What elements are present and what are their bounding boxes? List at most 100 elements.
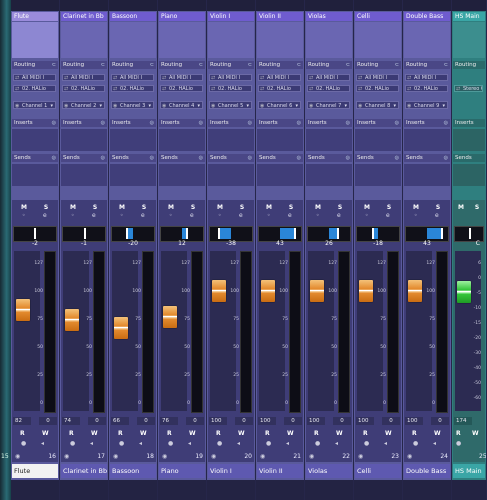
inserts-header[interactable]: Inserts ◎ xyxy=(12,119,58,127)
volume-value[interactable]: 174 xyxy=(454,417,472,425)
solo-button[interactable]: S xyxy=(286,203,296,212)
midi-input-select[interactable]: All MIDI I xyxy=(307,74,350,81)
midi-input-select[interactable]: All MIDI I xyxy=(209,74,252,81)
listen-icon[interactable]: ◦ xyxy=(267,212,271,219)
write-button[interactable]: W xyxy=(385,430,392,437)
hs-main-name-bottom[interactable]: HS Main xyxy=(453,464,485,478)
mute-button[interactable]: M xyxy=(264,203,274,212)
routing-header[interactable]: Routing ⊂ xyxy=(257,61,303,69)
read-button[interactable]: R xyxy=(265,430,270,437)
midi-input-select[interactable]: All MIDI I xyxy=(62,74,105,81)
midi-channel-select[interactable]: Channel 6▾ xyxy=(258,101,301,110)
solo-button[interactable]: S xyxy=(335,203,345,212)
record-icon[interactable]: ◉ xyxy=(113,453,118,460)
write-button[interactable]: W xyxy=(287,430,294,437)
midi-channel-select[interactable]: Channel 3▾ xyxy=(111,101,154,110)
inserts-header[interactable]: Inserts ◎ xyxy=(306,119,352,127)
sends-header[interactable]: Sends ◎ xyxy=(306,154,352,162)
routing-header[interactable]: Routing ⊂ xyxy=(404,61,450,69)
mute-button[interactable]: M xyxy=(313,203,323,212)
write-button[interactable]: W xyxy=(140,430,147,437)
midi-channel-select[interactable]: Channel 4▾ xyxy=(160,101,203,110)
write-button[interactable]: W xyxy=(189,430,196,437)
midi-output-select[interactable]: 02. HALio xyxy=(307,85,350,92)
sends-header[interactable]: Sends ◎ xyxy=(159,154,205,162)
routing-toggle-icon[interactable]: ⊂ xyxy=(101,61,105,69)
channel-name-top[interactable]: Violin II xyxy=(257,12,303,21)
channel-name-top[interactable]: Flute xyxy=(12,12,58,21)
routing-header[interactable]: Routing ⊂ xyxy=(306,61,352,69)
write-button[interactable]: W xyxy=(336,430,343,437)
routing-header[interactable]: Routing ⊂ xyxy=(208,61,254,69)
inserts-header[interactable]: Inserts ◎ xyxy=(257,119,303,127)
volume-fader[interactable] xyxy=(114,317,128,340)
record-icon[interactable]: ◉ xyxy=(260,453,265,460)
solo-button[interactable]: S xyxy=(188,203,198,212)
midi-input-select[interactable]: All MIDI I xyxy=(356,74,399,81)
routing-toggle-icon[interactable]: ⊂ xyxy=(346,61,350,69)
speaker-icon[interactable]: ◂ xyxy=(335,440,338,447)
edit-icon[interactable]: e xyxy=(386,212,390,219)
volume-fader[interactable] xyxy=(408,279,422,302)
listen-icon[interactable]: ◦ xyxy=(218,212,222,219)
monitor-icon[interactable]: ● xyxy=(413,440,418,447)
read-button[interactable]: R xyxy=(20,430,25,437)
bypass-icon[interactable]: ◎ xyxy=(52,119,56,127)
bypass-icon[interactable]: ◎ xyxy=(199,154,203,162)
record-icon[interactable]: ◉ xyxy=(407,453,412,460)
channel-name-bottom[interactable]: Flute xyxy=(12,464,58,478)
bypass-icon[interactable]: ◎ xyxy=(444,154,448,162)
edit-icon[interactable]: e xyxy=(190,212,194,219)
listen-icon[interactable]: ◦ xyxy=(316,212,320,219)
midi-input-select[interactable]: All MIDI I xyxy=(160,74,203,81)
channel-name-top[interactable]: Piano xyxy=(159,12,205,21)
solo-button[interactable]: S xyxy=(433,203,443,212)
channel-name-top[interactable]: Celli xyxy=(355,12,401,21)
solo-button[interactable]: S xyxy=(90,203,100,212)
bypass-icon[interactable]: ◎ xyxy=(346,119,350,127)
volume-value[interactable]: 100 xyxy=(209,417,227,425)
speaker-icon[interactable]: ◂ xyxy=(139,440,142,447)
volume-value[interactable]: 76 xyxy=(160,417,178,425)
inserts-header[interactable]: Inserts ◎ xyxy=(355,119,401,127)
sends-header[interactable]: Sends ◎ xyxy=(110,154,156,162)
routing-toggle-icon[interactable]: ⊂ xyxy=(395,61,399,69)
volume-fader[interactable] xyxy=(16,299,30,322)
record-icon[interactable]: ◉ xyxy=(162,453,167,460)
midi-input-select[interactable]: All MIDI I xyxy=(405,74,448,81)
inserts-header[interactable]: Inserts ◎ xyxy=(208,119,254,127)
channel-name-top[interactable]: Bassoon xyxy=(110,12,156,21)
mute-button[interactable]: M xyxy=(117,203,127,212)
channel-name-top[interactable]: Double Bass xyxy=(404,12,450,21)
routing-toggle-icon[interactable]: ⊂ xyxy=(248,61,252,69)
channel-name-top[interactable]: Violas xyxy=(306,12,352,21)
inserts-header[interactable]: Inserts ◎ xyxy=(159,119,205,127)
listen-icon[interactable]: ◦ xyxy=(71,212,75,219)
midi-output-select[interactable]: 02. HALio xyxy=(356,85,399,92)
channel-name-bottom[interactable]: Double Bass xyxy=(404,464,450,478)
inserts-header[interactable]: Inserts xyxy=(453,119,485,127)
solo-button[interactable]: S xyxy=(384,203,394,212)
midi-output-select[interactable]: 02. HALio xyxy=(111,85,154,92)
midi-output-select[interactable]: 02. HALio xyxy=(13,85,56,92)
monitor-icon[interactable]: ● xyxy=(168,440,173,447)
channel-name-bottom[interactable]: Violin I xyxy=(208,464,254,478)
mute-button[interactable]: M xyxy=(362,203,372,212)
edit-icon[interactable]: e xyxy=(435,212,439,219)
listen-icon[interactable]: ◦ xyxy=(169,212,173,219)
channel-name-bottom[interactable]: Bassoon xyxy=(110,464,156,478)
edit-icon[interactable]: e xyxy=(92,212,96,219)
edit-icon[interactable]: e xyxy=(43,212,47,219)
inserts-header[interactable]: Inserts ◎ xyxy=(110,119,156,127)
hs-main-name-top[interactable]: HS Main xyxy=(453,12,485,21)
solo-button[interactable]: S xyxy=(237,203,247,212)
monitor-icon[interactable]: ● xyxy=(70,440,75,447)
monitor-icon[interactable]: ● xyxy=(217,440,222,447)
routing-toggle-icon[interactable]: ⊂ xyxy=(150,61,154,69)
sends-header[interactable]: Sends ◎ xyxy=(12,154,58,162)
main-volume-fader[interactable] xyxy=(457,281,471,304)
read-button[interactable]: R xyxy=(456,430,461,437)
volume-value[interactable]: 100 xyxy=(307,417,325,425)
edit-icon[interactable]: e xyxy=(288,212,292,219)
read-button[interactable]: R xyxy=(216,430,221,437)
